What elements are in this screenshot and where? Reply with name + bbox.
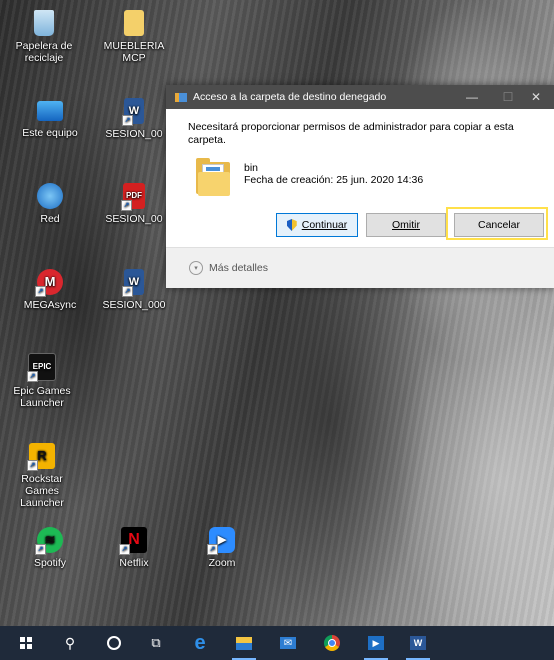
netflix-icon: N ↗ — [119, 527, 147, 555]
rockstar-icon: R ↗ — [27, 443, 55, 471]
movies-icon: ▶ — [368, 636, 384, 650]
zoom-icon: ▶ ↗ — [207, 527, 235, 555]
shield-icon — [287, 219, 297, 231]
dialog-message: Necesitará proporcionar permisos de admi… — [188, 121, 514, 146]
dialog-content: Necesitará proporcionar permisos de admi… — [166, 109, 554, 206]
file-copy-icon — [175, 92, 187, 102]
more-details-label: Más detalles — [209, 262, 268, 274]
mail-icon: ✉ — [280, 637, 296, 649]
minimize-button[interactable]: — — [454, 85, 490, 109]
desktop-icon-red[interactable]: Red — [14, 183, 86, 225]
cortana-icon — [107, 636, 121, 650]
cortana-button[interactable] — [96, 626, 132, 660]
desktop-icon-label: Netflix — [119, 557, 149, 569]
taskbar: ⚲ ⧉ e ✉ ▶ W — [0, 626, 554, 660]
file-info: bin Fecha de creación: 25 jun. 2020 14:3… — [188, 156, 532, 206]
mail-button[interactable]: ✉ — [270, 626, 306, 660]
continue-button[interactable]: Continuar — [276, 213, 358, 237]
pdf-document-icon: PDF ↗ — [121, 183, 145, 211]
desktop-icon-megasync[interactable]: M ↗ MEGAsync — [14, 269, 86, 311]
chrome-icon — [324, 635, 340, 651]
more-details-bar[interactable]: ▾ Más detalles — [166, 247, 554, 288]
desktop-icon-sesion-word-2[interactable]: W ↗ SESION_000 — [98, 269, 170, 311]
chrome-button[interactable] — [314, 626, 350, 660]
file-explorer-icon — [236, 636, 252, 650]
desktop-icon-label: Rockstar Games Launcher — [20, 473, 64, 509]
file-explorer-button[interactable] — [226, 626, 262, 660]
desktop-icon-label: Red — [40, 213, 60, 225]
desktop-icon-zoom[interactable]: ▶ ↗ Zoom — [186, 527, 258, 569]
movies-button[interactable]: ▶ — [358, 626, 394, 660]
desktop-icon-label: Zoom — [208, 557, 236, 569]
search-icon: ⚲ — [64, 634, 76, 651]
recycle-bin-icon — [34, 10, 54, 36]
file-date: Fecha de creación: 25 jun. 2020 14:36 — [244, 174, 424, 186]
chevron-down-icon: ▾ — [189, 261, 203, 275]
folder-icon — [124, 10, 144, 36]
edge-button[interactable]: e — [182, 626, 218, 660]
megasync-icon: M ↗ — [35, 269, 63, 297]
spotify-icon: ≋ ↗ — [35, 527, 63, 555]
desktop-icon-sesion-pdf[interactable]: PDF ↗ SESION_00 — [98, 183, 170, 225]
desktop-icon-label: SESION_00 — [105, 128, 163, 140]
desktop-icon-epic-games[interactable]: EPIC ↗ Epic Games Launcher — [10, 353, 74, 409]
file-name: bin — [244, 162, 259, 174]
cancel-highlight-box — [446, 207, 548, 240]
computer-icon — [37, 101, 63, 121]
desktop-icon-rockstar[interactable]: R ↗ Rockstar Games Launcher — [6, 443, 78, 509]
task-view-icon: ⧉ — [151, 635, 161, 650]
close-button[interactable]: ✕ — [518, 85, 554, 109]
word-document-icon: W ↗ — [122, 98, 144, 126]
desktop-icon-sesion-word-1[interactable]: W ↗ SESION_00 — [98, 98, 170, 140]
word-document-icon: W ↗ — [122, 269, 144, 297]
skip-button[interactable]: Omitir — [366, 213, 446, 237]
desktop-icon-netflix[interactable]: N ↗ Netflix — [98, 527, 170, 569]
start-icon — [20, 637, 32, 649]
access-denied-dialog: Acceso a la carpeta de destino denegado … — [166, 85, 554, 288]
folder-icon — [196, 158, 230, 196]
epic-games-icon: EPIC ↗ — [27, 353, 56, 382]
desktop-icon-muebleria-mcp[interactable]: MUEBLERIA MCP — [98, 10, 170, 64]
desktop-icon-label: Papelera de reciclaje — [15, 40, 73, 64]
word-button[interactable]: W — [400, 626, 436, 660]
search-button[interactable]: ⚲ — [52, 626, 88, 660]
desktop-icon-label: SESION_00 — [105, 213, 163, 225]
desktop-icon-label: MUEBLERIA MCP — [103, 40, 165, 64]
dialog-titlebar[interactable]: Acceso a la carpeta de destino denegado … — [166, 85, 554, 109]
network-icon — [37, 183, 63, 209]
desktop-icon-este-equipo[interactable]: Este equipo — [14, 98, 86, 139]
task-view-button[interactable]: ⧉ — [138, 626, 174, 660]
desktop-icon-label: SESION_000 — [102, 299, 166, 311]
desktop-icon-label: MEGAsync — [23, 299, 77, 311]
edge-icon: e — [194, 631, 206, 654]
desktop-icon-recycle-bin[interactable]: Papelera de reciclaje — [8, 10, 80, 64]
word-icon: W — [410, 636, 426, 650]
desktop-icon-label: Spotify — [33, 557, 67, 569]
dialog-title: Acceso a la carpeta de destino denegado — [193, 91, 387, 103]
desktop-icon-spotify[interactable]: ≋ ↗ Spotify — [14, 527, 86, 569]
start-button[interactable] — [8, 626, 44, 660]
desktop-icon-label: Epic Games Launcher — [13, 385, 71, 409]
desktop-icon-label: Este equipo — [22, 127, 78, 139]
